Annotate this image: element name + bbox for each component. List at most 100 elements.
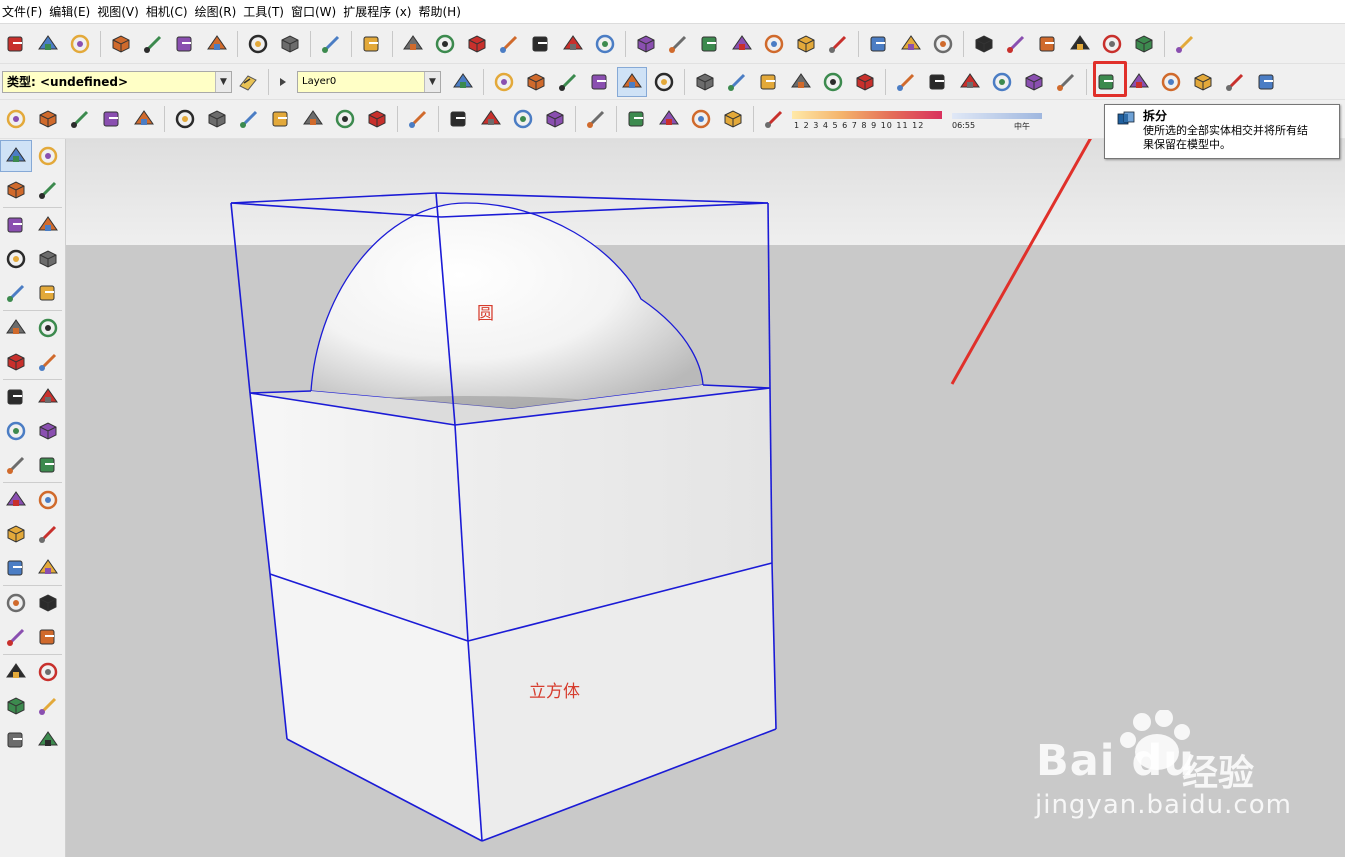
select-icon[interactable] bbox=[0, 140, 32, 172]
axes-icon[interactable] bbox=[1220, 67, 1250, 97]
look-around-icon[interactable] bbox=[32, 690, 64, 722]
save-icon[interactable] bbox=[65, 29, 95, 59]
shaded-textures-icon[interactable] bbox=[617, 66, 647, 97]
chevron-down-icon[interactable]: ▼ bbox=[215, 71, 231, 92]
shadow-toggle-icon[interactable] bbox=[759, 104, 789, 134]
cube-sub-icon[interactable] bbox=[65, 104, 95, 134]
shaded-icon[interactable] bbox=[585, 67, 615, 97]
interactive-icon[interactable] bbox=[476, 104, 506, 134]
xray-icon[interactable] bbox=[448, 67, 478, 97]
move-icon[interactable] bbox=[0, 381, 32, 413]
lock-icon[interactable] bbox=[718, 104, 748, 134]
menu-camera[interactable]: 相机(C) bbox=[146, 0, 195, 24]
menu-draw[interactable]: 绘图(R) bbox=[195, 0, 244, 24]
drape-icon[interactable] bbox=[298, 104, 328, 134]
paste-icon[interactable] bbox=[170, 29, 200, 59]
text-icon[interactable] bbox=[32, 518, 64, 550]
open-folder-icon[interactable] bbox=[33, 29, 63, 59]
dimension-icon[interactable] bbox=[32, 484, 64, 516]
photo-textures-icon[interactable] bbox=[430, 29, 460, 59]
stamp-icon[interactable] bbox=[266, 104, 296, 134]
hidden-line-icon[interactable] bbox=[553, 67, 583, 97]
walk-icon[interactable] bbox=[695, 29, 725, 59]
undo-icon[interactable] bbox=[243, 29, 273, 59]
section-cut-icon[interactable] bbox=[1, 104, 31, 134]
pan-icon[interactable] bbox=[32, 587, 64, 619]
protractor-icon[interactable] bbox=[1156, 67, 1186, 97]
menu-edit[interactable]: 编辑(E) bbox=[49, 0, 97, 24]
section-plane-icon[interactable] bbox=[759, 29, 789, 59]
sandbox-from-contours-icon[interactable] bbox=[170, 104, 200, 134]
follow-me-icon[interactable] bbox=[32, 415, 64, 447]
menu-extensions[interactable]: 扩展程序 (x) bbox=[343, 0, 418, 24]
cloud-icon[interactable] bbox=[508, 104, 538, 134]
3d-text-icon[interactable] bbox=[32, 552, 64, 584]
sandbox-scratch-icon[interactable] bbox=[202, 104, 232, 134]
freehand-icon[interactable] bbox=[32, 209, 64, 241]
dome-light-icon[interactable] bbox=[540, 104, 570, 134]
layer-manager-icon[interactable] bbox=[233, 67, 263, 97]
smoove-icon[interactable] bbox=[234, 104, 264, 134]
split-icon[interactable] bbox=[1051, 67, 1081, 97]
sandbox-4-icon[interactable] bbox=[1001, 29, 1031, 59]
download-icon[interactable] bbox=[462, 29, 492, 59]
zoom-window-icon[interactable] bbox=[32, 621, 64, 653]
3d-text-icon[interactable] bbox=[1252, 67, 1282, 97]
look-around-icon[interactable] bbox=[727, 29, 757, 59]
outer-shell-icon[interactable] bbox=[891, 67, 921, 97]
copy-icon[interactable] bbox=[138, 29, 168, 59]
warehouse-icon[interactable] bbox=[494, 29, 524, 59]
new-file-icon[interactable] bbox=[1, 29, 31, 59]
camera-icon[interactable] bbox=[631, 29, 661, 59]
extension-icon[interactable] bbox=[590, 29, 620, 59]
rectangle-icon[interactable] bbox=[0, 243, 32, 275]
rotate-icon[interactable] bbox=[0, 415, 32, 447]
type-dropdown[interactable]: 类型: <undefined> ▼ bbox=[2, 70, 232, 93]
export-icon[interactable] bbox=[1170, 29, 1200, 59]
pie-icon[interactable] bbox=[32, 346, 64, 378]
shadow-date-slider[interactable]: 1 2 3 4 5 6 7 8 9 10 11 12 bbox=[792, 104, 942, 134]
upload-icon[interactable] bbox=[526, 29, 556, 59]
axes-icon[interactable] bbox=[0, 552, 32, 584]
arc-3pt-icon[interactable] bbox=[0, 346, 32, 378]
menu-window[interactable]: 窗口(W) bbox=[291, 0, 343, 24]
zoom-extents-icon[interactable] bbox=[0, 656, 32, 688]
chevron-down-icon[interactable]: ▼ bbox=[424, 71, 440, 92]
subtract-icon[interactable] bbox=[987, 67, 1017, 97]
mesh-light-icon[interactable] bbox=[581, 104, 611, 134]
monochrome-icon[interactable] bbox=[649, 67, 679, 97]
back-edges-icon[interactable] bbox=[489, 67, 519, 97]
sandbox-5-icon[interactable] bbox=[1033, 29, 1063, 59]
top-view-icon[interactable] bbox=[722, 67, 752, 97]
delete-red-icon[interactable] bbox=[823, 29, 853, 59]
walk-icon[interactable] bbox=[0, 724, 32, 756]
tape-measure-icon[interactable] bbox=[0, 484, 32, 516]
menu-tools[interactable]: 工具(T) bbox=[243, 0, 291, 24]
previous-view-icon[interactable] bbox=[32, 656, 64, 688]
cube-icon[interactable] bbox=[33, 104, 63, 134]
vray-icon[interactable] bbox=[403, 104, 433, 134]
shadow-time-slider[interactable]: 06:55 中午 bbox=[952, 104, 1042, 134]
section-display-icon[interactable] bbox=[791, 29, 821, 59]
zoom-icon[interactable] bbox=[0, 621, 32, 653]
make-component-icon[interactable] bbox=[32, 140, 64, 172]
frame-icon[interactable] bbox=[622, 104, 652, 134]
tape-measure-icon[interactable] bbox=[1092, 67, 1122, 97]
sandbox-7-icon[interactable] bbox=[1097, 29, 1127, 59]
share-icon[interactable] bbox=[558, 29, 588, 59]
right-view-icon[interactable] bbox=[786, 67, 816, 97]
offset-icon[interactable] bbox=[32, 449, 64, 481]
printer-icon[interactable] bbox=[654, 104, 684, 134]
move-tool-icon[interactable] bbox=[864, 29, 894, 59]
flip-edge-icon[interactable] bbox=[362, 104, 392, 134]
text-icon[interactable] bbox=[1188, 67, 1218, 97]
erase-icon[interactable] bbox=[202, 29, 232, 59]
arc-icon[interactable] bbox=[0, 312, 32, 344]
protractor-icon[interactable] bbox=[0, 518, 32, 550]
back-view-icon[interactable] bbox=[818, 67, 848, 97]
circle-icon[interactable] bbox=[0, 277, 32, 309]
dimension-icon[interactable] bbox=[1124, 67, 1154, 97]
teapot-icon[interactable] bbox=[444, 104, 474, 134]
eraser-icon[interactable] bbox=[32, 174, 64, 206]
sandbox-1-icon[interactable] bbox=[896, 29, 926, 59]
